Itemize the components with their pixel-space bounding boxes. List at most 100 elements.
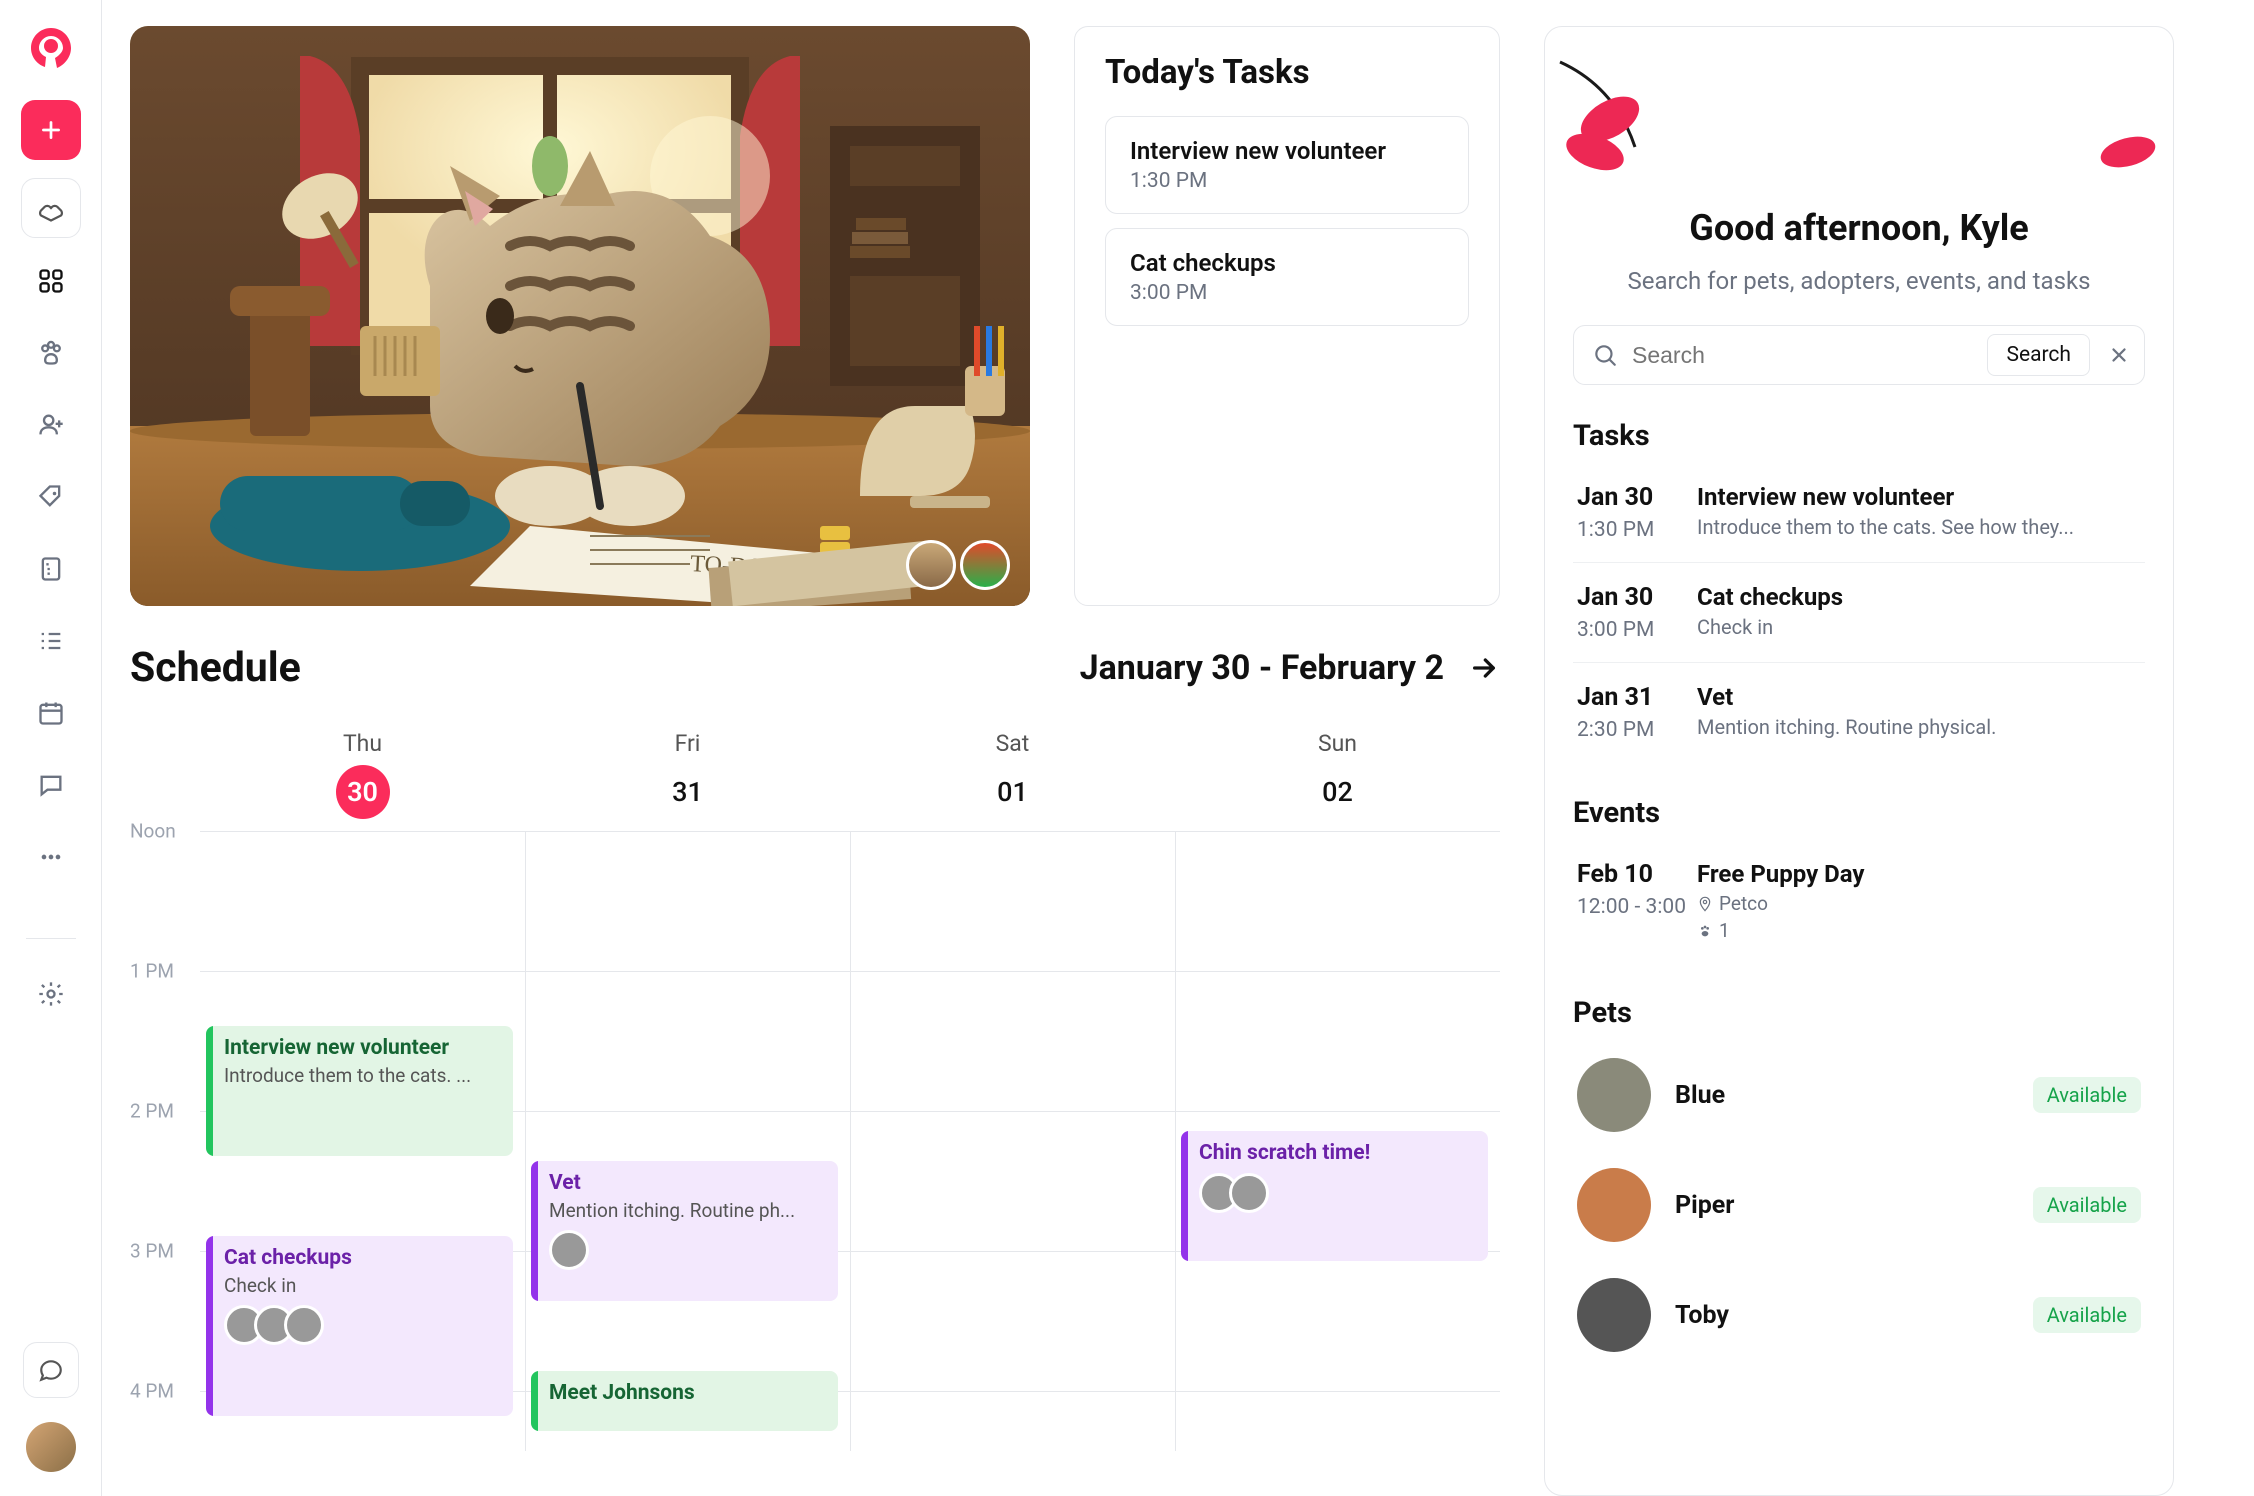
nav-dashboard[interactable] bbox=[34, 264, 68, 298]
calendar-days: Thu30Fri31Sat01Sun02 bbox=[130, 730, 1500, 819]
schedule-header: Schedule January 30 - February 2 bbox=[130, 644, 1500, 692]
task-date: Jan 30 bbox=[1577, 483, 1697, 512]
event-title: Chin scratch time! bbox=[1199, 1141, 1474, 1165]
main-left: TO-DO LIST bbox=[130, 26, 1500, 1496]
event-desc: Check in bbox=[224, 1274, 499, 1297]
paw-icon bbox=[37, 339, 65, 367]
task-name: Interview new volunteer bbox=[1130, 137, 1444, 165]
help-chat-button[interactable] bbox=[23, 1342, 79, 1398]
favorites-button[interactable] bbox=[21, 178, 81, 238]
event-count: 1 bbox=[1697, 919, 2141, 942]
task-desc: Introduce them to the cats. See how they… bbox=[1697, 515, 2141, 539]
schedule-range: January 30 - February 2 bbox=[1080, 648, 1500, 688]
nav-icons bbox=[26, 264, 76, 1011]
pet-avatar bbox=[1577, 1278, 1651, 1352]
event-title: Meet Johnsons bbox=[549, 1381, 824, 1405]
task-title: Interview new volunteer bbox=[1697, 483, 2141, 511]
event-time: 12:00 - 3:00 bbox=[1577, 895, 1697, 919]
heart-hand-icon bbox=[36, 193, 66, 223]
calendar-day[interactable]: Thu30 bbox=[200, 730, 525, 819]
event-title: Free Puppy Day bbox=[1697, 860, 2141, 888]
calendar-event[interactable]: Meet Johnsons bbox=[531, 1371, 838, 1431]
event-title: Interview new volunteer bbox=[224, 1036, 499, 1060]
calendar-event[interactable]: Cat checkups Check in bbox=[206, 1236, 513, 1416]
task-row[interactable]: Jan 30 1:30 PMInterview new volunteer Intr… bbox=[1573, 463, 2145, 563]
task-row[interactable]: Jan 312:30 PMVetMention itching. Routine… bbox=[1573, 663, 2145, 762]
section-title-pets: Pets bbox=[1573, 996, 2145, 1030]
today-task-item[interactable]: Cat checkups3:00 PM bbox=[1105, 228, 1469, 326]
hour-label: Noon bbox=[130, 820, 176, 843]
task-desc: Check in bbox=[1697, 615, 2141, 639]
paw-small-icon bbox=[1697, 923, 1713, 939]
task-title: Cat checkups bbox=[1697, 583, 2141, 611]
task-date: Jan 30 bbox=[1577, 583, 1697, 612]
avatar bbox=[284, 1305, 324, 1345]
task-title: Vet bbox=[1697, 683, 2141, 711]
hour-label: 3 PM bbox=[130, 1240, 174, 1263]
calendar-day[interactable]: Sun02 bbox=[1175, 730, 1500, 819]
day-name: Thu bbox=[200, 730, 525, 757]
calendar-event[interactable]: Interview new volunteerIntroduce them to… bbox=[206, 1026, 513, 1156]
day-number: 31 bbox=[661, 765, 715, 819]
add-button[interactable] bbox=[21, 100, 81, 160]
task-time: 1:30 PM bbox=[1577, 518, 1697, 542]
logo[interactable] bbox=[23, 20, 79, 76]
today-tasks-card: Today's Tasks Interview new volunteer1:3… bbox=[1074, 26, 1500, 606]
pet-badge[interactable] bbox=[960, 540, 1010, 590]
today-task-item[interactable]: Interview new volunteer1:30 PM bbox=[1105, 116, 1469, 214]
sidebar-bottom bbox=[23, 1342, 79, 1496]
task-row[interactable]: Jan 303:00 PMCat checkupsCheck in bbox=[1573, 563, 2145, 663]
nav-more[interactable] bbox=[34, 840, 68, 874]
task-time: 2:30 PM bbox=[1577, 718, 1697, 742]
nav-tasks[interactable] bbox=[34, 624, 68, 658]
tasks-section: Tasks Jan 301:30 PMInterview new volunte… bbox=[1573, 419, 2145, 762]
pet-badge[interactable] bbox=[906, 540, 956, 590]
nav-messages[interactable] bbox=[34, 768, 68, 802]
nav-calendar[interactable] bbox=[34, 696, 68, 730]
calendar-event[interactable]: Vet Mention itching. Routine ph... bbox=[531, 1161, 838, 1301]
search-input[interactable] bbox=[1632, 342, 1973, 369]
day-number: 01 bbox=[986, 765, 1040, 819]
events-section: Events Feb 1012:00 - 3:00Free Puppy DayP… bbox=[1573, 796, 2145, 962]
nav-settings[interactable] bbox=[34, 977, 68, 1011]
search-clear-button[interactable] bbox=[2104, 340, 2134, 370]
hero-row: TO-DO LIST bbox=[130, 26, 1500, 606]
nav-pets[interactable] bbox=[34, 336, 68, 370]
grid-icon bbox=[37, 267, 65, 295]
schedule-next-button[interactable] bbox=[1468, 652, 1500, 684]
calendar-icon bbox=[37, 699, 65, 727]
calendar-day[interactable]: Sat01 bbox=[850, 730, 1175, 819]
event-title: Vet bbox=[549, 1171, 824, 1195]
search-icon bbox=[1592, 342, 1618, 368]
search-bar: Search bbox=[1573, 325, 2145, 385]
calendar-day[interactable]: Fri31 bbox=[525, 730, 850, 819]
close-icon bbox=[2108, 344, 2130, 366]
pet-row[interactable]: PiperAvailable bbox=[1573, 1150, 2145, 1260]
pin-icon bbox=[1697, 896, 1713, 912]
leaf-decoration bbox=[2093, 127, 2163, 177]
calendar-event[interactable]: Chin scratch time! bbox=[1181, 1131, 1488, 1261]
pet-row[interactable]: Blue Available bbox=[1573, 1040, 2145, 1150]
pet-name: Blue bbox=[1675, 1081, 2009, 1110]
user-avatar[interactable] bbox=[26, 1422, 76, 1472]
event-desc: Mention itching. Routine ph... bbox=[549, 1199, 824, 1222]
event-title: Cat checkups bbox=[224, 1246, 499, 1270]
event-row[interactable]: Feb 1012:00 - 3:00Free Puppy DayPetco1 bbox=[1573, 840, 2145, 962]
calendar-grid: Noon1 PM2 PM3 PM4 PMInterview new volunt… bbox=[130, 831, 1500, 1451]
nav-people[interactable] bbox=[34, 408, 68, 442]
event-avatars bbox=[1199, 1173, 1474, 1213]
nav-tag[interactable] bbox=[34, 480, 68, 514]
more-icon bbox=[37, 843, 65, 871]
pets-section: Pets Blue Available PiperAvailableTobyAvai… bbox=[1573, 996, 2145, 1370]
chat-icon bbox=[37, 771, 65, 799]
main: TO-DO LIST bbox=[130, 26, 2222, 1496]
today-tasks-title: Today's Tasks bbox=[1105, 53, 1469, 92]
pet-row[interactable]: TobyAvailable bbox=[1573, 1260, 2145, 1370]
nav-form[interactable] bbox=[34, 552, 68, 586]
right-panel: Good afternoon, Kyle Search for pets, ad… bbox=[1544, 26, 2174, 1496]
search-button[interactable]: Search bbox=[1987, 334, 2090, 376]
hero-image: TO-DO LIST bbox=[130, 26, 1030, 606]
pet-avatar bbox=[1577, 1058, 1651, 1132]
event-avatars bbox=[224, 1305, 499, 1345]
pet-status: Available bbox=[2033, 1077, 2141, 1113]
